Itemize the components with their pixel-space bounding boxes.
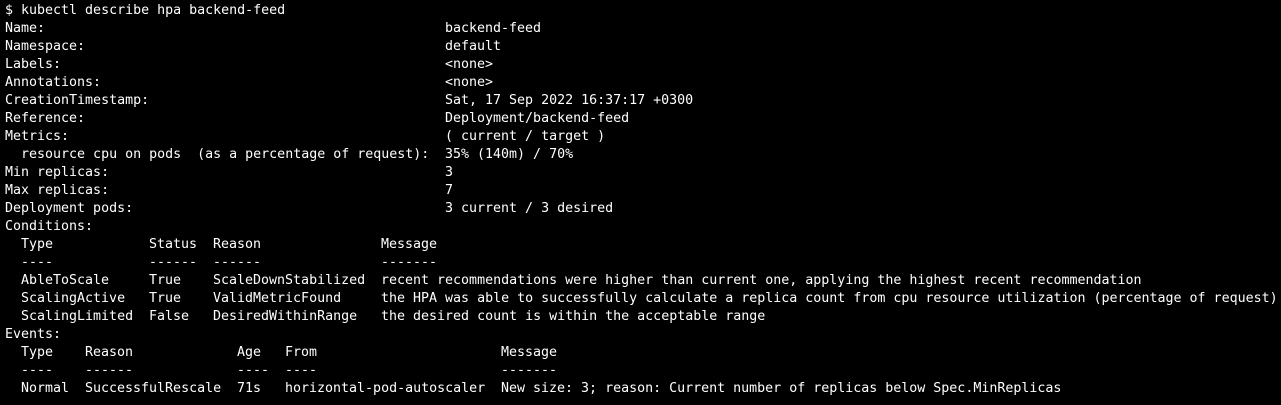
conditions-dash-status: ------ (149, 255, 198, 270)
reference-value: Deployment/backend-feed (445, 111, 630, 126)
prompt-line: $ kubectl describe hpa backend-feed (0, 2, 1281, 20)
metrics-row: Metrics: ( current / target ) (0, 128, 1281, 146)
events-dash-type: ---- (21, 363, 54, 378)
conditions-col-type: Type (21, 237, 54, 252)
condition-status: True (149, 273, 182, 288)
namespace-label: Namespace: (5, 39, 86, 54)
deployment-pods-value: 3 current / 3 desired (445, 201, 614, 216)
event-reason: SuccessfulRescale (85, 381, 222, 396)
events-dashes-row: ---- ------ ---- ---- ------- (0, 362, 1281, 380)
creation-timestamp-label: CreationTimestamp: (5, 93, 150, 108)
max-replicas-row: Max replicas: 7 (0, 182, 1281, 200)
conditions-columns-row: Type Status Reason Message (0, 236, 1281, 254)
metrics-label: Metrics: (5, 129, 70, 144)
table-row: ScalingLimited False DesiredWithinRange … (0, 308, 1281, 326)
events-dash-age: ---- (237, 363, 270, 378)
condition-reason: ValidMetricFound (213, 291, 342, 306)
reference-row: Reference: Deployment/backend-feed (0, 110, 1281, 128)
labels-label: Labels: (5, 57, 62, 72)
name-label: Name: (5, 21, 46, 36)
events-col-from: From (285, 345, 318, 360)
conditions-col-reason: Reason (213, 237, 262, 252)
creation-timestamp-value: Sat, 17 Sep 2022 16:37:17 +0300 (445, 93, 694, 108)
labels-value: <none> (445, 57, 494, 72)
condition-status: True (149, 291, 182, 306)
events-col-type: Type (21, 345, 54, 360)
metrics-value: ( current / target ) (445, 129, 606, 144)
conditions-dash-message: ------- (381, 255, 438, 270)
deployment-pods-label: Deployment pods: (5, 201, 134, 216)
table-row: AbleToScale True ScaleDownStabilized rec… (0, 272, 1281, 290)
name-row: Name: backend-feed (0, 20, 1281, 38)
namespace-value: default (445, 39, 502, 54)
conditions-col-status: Status (149, 237, 198, 252)
metric-cpu-value: 35% (140m) / 70% (445, 147, 574, 162)
condition-type: AbleToScale (21, 273, 110, 288)
max-replicas-label: Max replicas: (5, 183, 110, 198)
events-col-age: Age (237, 345, 262, 360)
min-replicas-row: Min replicas: 3 (0, 164, 1281, 182)
table-row: ScalingActive True ValidMetricFound the … (0, 290, 1281, 308)
max-replicas-value: 7 (445, 183, 454, 198)
conditions-header: Conditions: (5, 219, 94, 234)
reference-label: Reference: (5, 111, 86, 126)
conditions-dashes-row: ---- ------ ------ ------- (0, 254, 1281, 272)
conditions-dash-type: ---- (21, 255, 54, 270)
event-age: 71s (237, 381, 262, 396)
annotations-row: Annotations: <none> (0, 74, 1281, 92)
condition-reason: ScaleDownStabilized (213, 273, 366, 288)
event-message: New size: 3; reason: Current number of r… (501, 381, 1062, 396)
condition-message: the desired count is within the acceptab… (381, 309, 766, 324)
condition-reason: DesiredWithinRange (213, 309, 358, 324)
condition-message: recent recommendations were higher than … (381, 273, 1142, 288)
events-columns-row: Type Reason Age From Message (0, 344, 1281, 362)
condition-message: the HPA was able to successfully calcula… (381, 291, 1278, 306)
events-header: Events: (5, 327, 62, 342)
terminal-window[interactable]: $ kubectl describe hpa backend-feed Name… (0, 0, 1281, 405)
condition-type: ScalingActive (21, 291, 126, 306)
events-dash-reason: ------ (85, 363, 134, 378)
events-col-message: Message (501, 345, 558, 360)
events-header-row: Events: (0, 326, 1281, 344)
min-replicas-value: 3 (445, 165, 454, 180)
deployment-pods-row: Deployment pods: 3 current / 3 desired (0, 200, 1281, 218)
labels-row: Labels: <none> (0, 56, 1281, 74)
conditions-header-row: Conditions: (0, 218, 1281, 236)
metric-cpu-label: resource cpu on pods (as a percentage of… (5, 147, 430, 162)
min-replicas-label: Min replicas: (5, 165, 110, 180)
metric-cpu-row: resource cpu on pods (as a percentage of… (0, 146, 1281, 164)
event-from: horizontal-pod-autoscaler (285, 381, 486, 396)
events-col-reason: Reason (85, 345, 134, 360)
event-type: Normal (21, 381, 70, 396)
events-dash-from: ---- (285, 363, 318, 378)
annotations-label: Annotations: (5, 75, 102, 90)
creation-timestamp-row: CreationTimestamp: Sat, 17 Sep 2022 16:3… (0, 92, 1281, 110)
events-dash-message: ------- (501, 363, 558, 378)
table-row: Normal SuccessfulRescale 71s horizontal-… (0, 380, 1281, 398)
conditions-col-message: Message (381, 237, 438, 252)
command-text: $ kubectl describe hpa backend-feed (5, 3, 286, 18)
conditions-dash-reason: ------ (213, 255, 262, 270)
condition-status: False (149, 309, 190, 324)
condition-type: ScalingLimited (21, 309, 134, 324)
name-value: backend-feed (445, 21, 542, 36)
annotations-value: <none> (445, 75, 494, 90)
namespace-row: Namespace: default (0, 38, 1281, 56)
